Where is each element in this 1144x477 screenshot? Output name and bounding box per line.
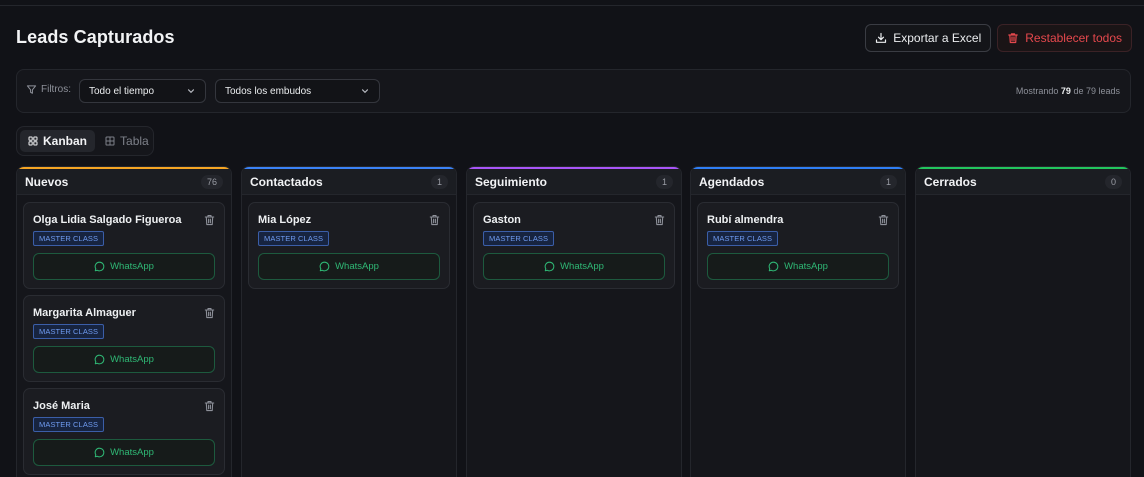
whatsapp-icon xyxy=(94,354,105,365)
table-label: Tabla xyxy=(120,134,149,148)
kanban-view-button[interactable]: Kanban xyxy=(20,130,96,152)
lead-card[interactable]: Margarita Almaguer MASTER CLASS WhatsApp xyxy=(23,295,225,382)
trash-icon[interactable] xyxy=(654,214,665,226)
column-count-badge: 1 xyxy=(879,174,897,189)
lead-tag: MASTER CLASS xyxy=(483,231,555,246)
whatsapp-button[interactable]: WhatsApp xyxy=(33,439,215,466)
table-view-button[interactable]: Tabla xyxy=(97,130,157,152)
whatsapp-label: WhatsApp xyxy=(110,354,154,365)
header-actions: Exportar a Excel Restablecer todos xyxy=(865,24,1132,52)
kanban-label: Kanban xyxy=(43,134,88,148)
column-count-badge: 1 xyxy=(655,174,673,189)
column-title: Cerrados xyxy=(924,174,977,189)
top-divider xyxy=(0,5,1144,6)
whatsapp-button[interactable]: WhatsApp xyxy=(258,253,440,280)
lead-tag: MASTER CLASS xyxy=(33,231,105,246)
time-range-value: Todo el tiempo xyxy=(89,85,155,97)
column-0: Nuevos 76 Olga Lidia Salgado Figueroa MASTE… xyxy=(16,166,232,477)
whatsapp-icon xyxy=(768,261,779,272)
column-4: Cerrados 0 xyxy=(915,166,1131,477)
lead-tag: MASTER CLASS xyxy=(707,231,779,246)
lead-name: Mia López xyxy=(258,214,312,226)
table-icon xyxy=(105,136,115,146)
lead-card[interactable]: Rubí almendra MASTER CLASS WhatsApp xyxy=(697,202,899,289)
lead-tag: MASTER CLASS xyxy=(258,231,330,246)
whatsapp-button[interactable]: WhatsApp xyxy=(33,346,215,373)
column-1: Contactados 1 Mia López MASTER CLASS WhatsAp… xyxy=(241,166,457,477)
view-toggle: Kanban Tabla xyxy=(16,126,154,156)
showing-suffix: de 79 leads xyxy=(1073,86,1120,96)
column-header: Nuevos 76 xyxy=(17,167,231,195)
lead-name: Olga Lidia Salgado Figueroa xyxy=(33,214,182,226)
column-count-badge: 1 xyxy=(430,174,448,189)
export-excel-button[interactable]: Exportar a Excel xyxy=(865,24,992,52)
funnel-select[interactable]: Todos los embudos xyxy=(215,79,380,103)
lead-tag: MASTER CLASS xyxy=(33,324,105,339)
trash-icon[interactable] xyxy=(429,214,440,226)
lead-name: Gaston xyxy=(483,214,521,226)
lead-tag: MASTER CLASS xyxy=(33,417,105,432)
lead-name: Rubí almendra xyxy=(707,214,784,226)
lead-card[interactable]: José Maria MASTER CLASS WhatsApp xyxy=(23,388,225,475)
chevron-down-icon xyxy=(361,89,369,94)
trash-icon[interactable] xyxy=(204,400,215,412)
whatsapp-icon xyxy=(94,261,105,272)
chevron-down-icon xyxy=(187,89,195,94)
column-title: Agendados xyxy=(699,174,765,189)
column-header: Seguimiento 1 xyxy=(467,167,681,195)
column-header: Agendados 1 xyxy=(691,167,905,195)
filter-icon xyxy=(26,85,37,94)
column-title: Seguimiento xyxy=(475,174,548,189)
reset-all-label: Restablecer todos xyxy=(1025,31,1122,45)
download-icon xyxy=(876,32,887,43)
lead-name: Margarita Almaguer xyxy=(33,307,136,319)
page-title: Leads Capturados xyxy=(16,27,175,47)
whatsapp-button[interactable]: WhatsApp xyxy=(483,253,665,280)
whatsapp-label: WhatsApp xyxy=(335,261,379,272)
trash-icon[interactable] xyxy=(204,214,215,226)
lead-card[interactable]: Olga Lidia Salgado Figueroa MASTER CLASS W… xyxy=(23,202,225,289)
lead-name: José Maria xyxy=(33,400,90,412)
column-count-badge: 0 xyxy=(1104,174,1122,189)
whatsapp-icon xyxy=(319,261,330,272)
trash-icon[interactable] xyxy=(204,307,215,319)
column-3: Agendados 1 Rubí almendra MASTER CLASS Whats… xyxy=(690,166,906,477)
whatsapp-button[interactable]: WhatsApp xyxy=(707,253,889,280)
time-range-select[interactable]: Todo el tiempo xyxy=(79,79,206,103)
column-title: Nuevos xyxy=(25,174,69,189)
whatsapp-label: WhatsApp xyxy=(110,447,154,458)
trash-icon xyxy=(1008,33,1019,44)
whatsapp-label: WhatsApp xyxy=(110,261,154,272)
column-title: Contactados xyxy=(250,174,323,189)
grid-icon xyxy=(28,136,38,146)
lead-card[interactable]: Mia López MASTER CLASS WhatsApp xyxy=(248,202,450,289)
reset-all-button[interactable]: Restablecer todos xyxy=(997,24,1132,52)
whatsapp-button[interactable]: WhatsApp xyxy=(33,253,215,280)
lead-card[interactable]: Gaston MASTER CLASS WhatsApp xyxy=(473,202,675,289)
column-header: Cerrados 0 xyxy=(916,167,1130,195)
showing-number: 79 xyxy=(1060,86,1071,96)
column-count-badge: 76 xyxy=(200,174,223,189)
export-excel-label: Exportar a Excel xyxy=(893,31,982,45)
filters-bar: Filtros: Todo el tiempo Todos los embudo… xyxy=(16,69,1131,113)
column-header: Contactados 1 xyxy=(242,167,456,195)
whatsapp-label: WhatsApp xyxy=(784,261,828,272)
column-2: Seguimiento 1 Gaston MASTER CLASS WhatsApp xyxy=(466,166,682,477)
whatsapp-label: WhatsApp xyxy=(560,261,604,272)
trash-icon[interactable] xyxy=(878,214,889,226)
whatsapp-icon xyxy=(544,261,555,272)
filters-label: Filtros: xyxy=(26,84,71,95)
funnel-value: Todos los embudos xyxy=(225,85,312,97)
showing-count: Mostrando 79 de 79 leads xyxy=(1016,86,1120,96)
filters-label-text: Filtros: xyxy=(41,84,71,95)
showing-prefix: Mostrando xyxy=(1015,86,1059,96)
whatsapp-icon xyxy=(94,447,105,458)
